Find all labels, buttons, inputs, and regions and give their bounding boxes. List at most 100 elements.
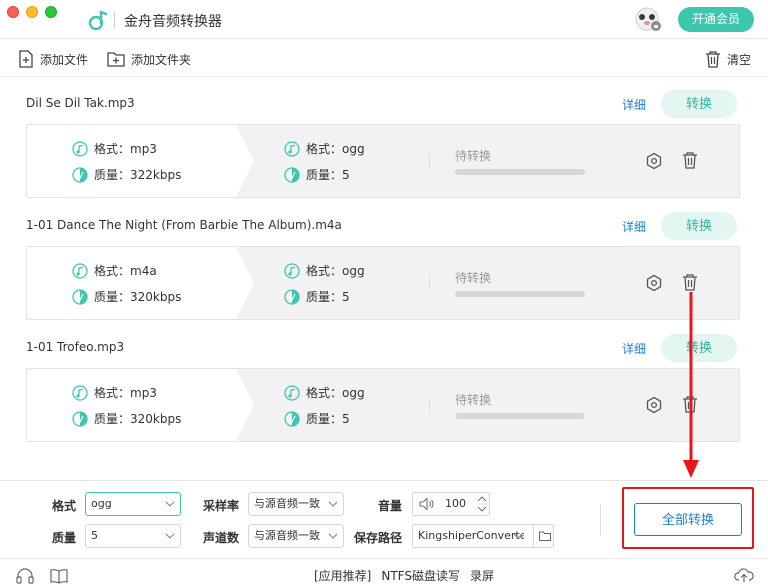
progress-bar [455,413,585,419]
source-format-text: 格式：m4a [94,264,157,278]
music-note-icon [72,262,88,279]
source-format: 格式：m4a [72,262,157,279]
source-quality-text: 质量：320kbps [94,412,182,426]
book-icon[interactable] [50,568,68,584]
chevron-down-icon [328,533,338,539]
card-arrow [236,125,254,197]
savepath-select[interactable]: KingshiperConverter [412,524,554,548]
toolbar: 添加文件 添加文件夹 清空 [0,38,768,76]
app-recommend-link[interactable]: [应用推荐] [314,567,371,584]
samplerate-label: 采样率 [203,499,240,513]
ntfs-link[interactable]: NTFS磁盘读写 [381,567,460,584]
source-format: 格式：mp3 [72,384,157,401]
source-quality-text: 质量：322kbps [94,168,182,182]
music-note-icon [284,262,300,279]
add-folder-button[interactable]: 添加文件夹 [107,49,191,69]
app-title: 金舟音频转换器 [124,14,222,30]
cloud-upload-icon[interactable] [734,567,754,583]
target-quality-text: 质量：5 [306,168,350,182]
delete-trash-icon[interactable] [682,151,698,169]
target-format: 格式：ogg [284,262,365,279]
music-note-logo-icon [88,10,108,31]
headset-icon[interactable] [16,568,34,584]
status-text: 待转换 [455,393,492,407]
zoom-window-button[interactable] [45,6,57,18]
file-card: 格式：mp3 质量：320kbps 格式：ogg 质量：5 待转换 [26,368,740,442]
source-quality: 质量：320kbps [72,410,181,427]
savepath-value: KingshiperConverter [418,529,524,542]
title-bar: 金舟音频转换器 开通会员 [0,0,768,38]
source-info [27,369,237,441]
add-file-button[interactable]: 添加文件 [18,49,88,69]
file-card: 格式：mp3 质量：322kbps 格式：ogg 质量：5 待转换 [26,124,740,198]
clear-label: 清空 [727,52,752,67]
card-arrow [236,247,254,319]
channels-select[interactable]: 与源音频一致 [248,524,344,548]
file-card: 格式：m4a 质量：320kbps 格式：ogg 质量：5 待转换 [26,246,740,320]
source-quality-text: 质量：320kbps [94,290,182,304]
settings-gear-icon[interactable] [645,396,663,414]
quality-select[interactable]: 5 [85,524,181,548]
add-file-label: 添加文件 [40,52,89,67]
open-vip-button[interactable]: 开通会员 [678,7,754,32]
settings-gear-icon[interactable] [645,274,663,292]
channels-label: 声道数 [203,531,240,545]
card-separator [429,275,430,291]
target-quality: 质量：5 [284,288,350,305]
detail-link[interactable]: 详细 [622,218,646,235]
add-file-icon [19,50,33,68]
close-window-button[interactable] [7,6,19,18]
detail-link[interactable]: 详细 [622,96,646,113]
status-text: 待转换 [455,149,492,163]
convert-button[interactable]: 转换 [661,90,737,118]
card-separator [429,153,430,169]
status-bar: [应用推荐] NTFS磁盘读写 录屏 [0,558,768,587]
music-note-icon [72,384,88,401]
card-separator [429,397,430,413]
detail-link[interactable]: 详细 [622,340,646,357]
volume-label: 音量 [378,499,403,513]
format-value: ogg [91,497,112,510]
music-note-icon [284,384,300,401]
quality-label: 质量 [52,531,77,545]
minimize-window-button[interactable] [26,6,38,18]
source-quality: 质量：322kbps [72,166,181,183]
trash-icon [706,51,720,68]
add-folder-icon [107,52,125,67]
user-avatar-icon[interactable] [633,6,663,32]
title-separator [114,12,115,28]
clear-button[interactable]: 清空 [705,49,751,69]
chevron-down-icon [328,501,338,507]
file-name: 1-01 Trofeo.mp3 [26,340,125,354]
file-name: Dil Se Dil Tak.mp3 [26,96,135,110]
volume-stepper-arrows-icon[interactable] [476,492,488,516]
browse-folder-button[interactable] [533,525,553,547]
delete-trash-icon[interactable] [682,273,698,291]
format-select[interactable]: ogg [85,492,181,516]
settings-gear-icon[interactable] [645,152,663,170]
samplerate-select[interactable]: 与源音频一致 [248,492,344,516]
add-folder-label: 添加文件夹 [131,52,192,67]
source-format-text: 格式：mp3 [94,142,157,156]
screen-record-link[interactable]: 录屏 [470,567,494,584]
convert-all-button[interactable]: 全部转换 [634,503,742,536]
music-note-icon [72,140,88,157]
chevron-down-icon [165,533,175,539]
target-format-text: 格式：ogg [306,386,365,400]
app-window: 金舟音频转换器 开通会员 添加文件 添加文件夹 清空 Dil Se Dil Ta… [0,0,768,587]
quality-value: 5 [91,529,98,542]
convert-button[interactable]: 转换 [661,212,737,240]
format-label: 格式 [52,499,77,513]
red-annotation-arrow [683,292,699,478]
target-format-text: 格式：ogg [306,264,365,278]
source-info [27,125,237,197]
status-text: 待转换 [455,271,492,285]
source-quality: 质量：320kbps [72,288,181,305]
volume-value: 100 [445,497,466,510]
quality-icon [284,410,300,427]
chevron-down-icon [165,501,175,507]
quality-icon [72,288,88,305]
card-arrow [236,369,254,441]
folder-icon [538,531,551,541]
target-quality-text: 质量：5 [306,412,350,426]
